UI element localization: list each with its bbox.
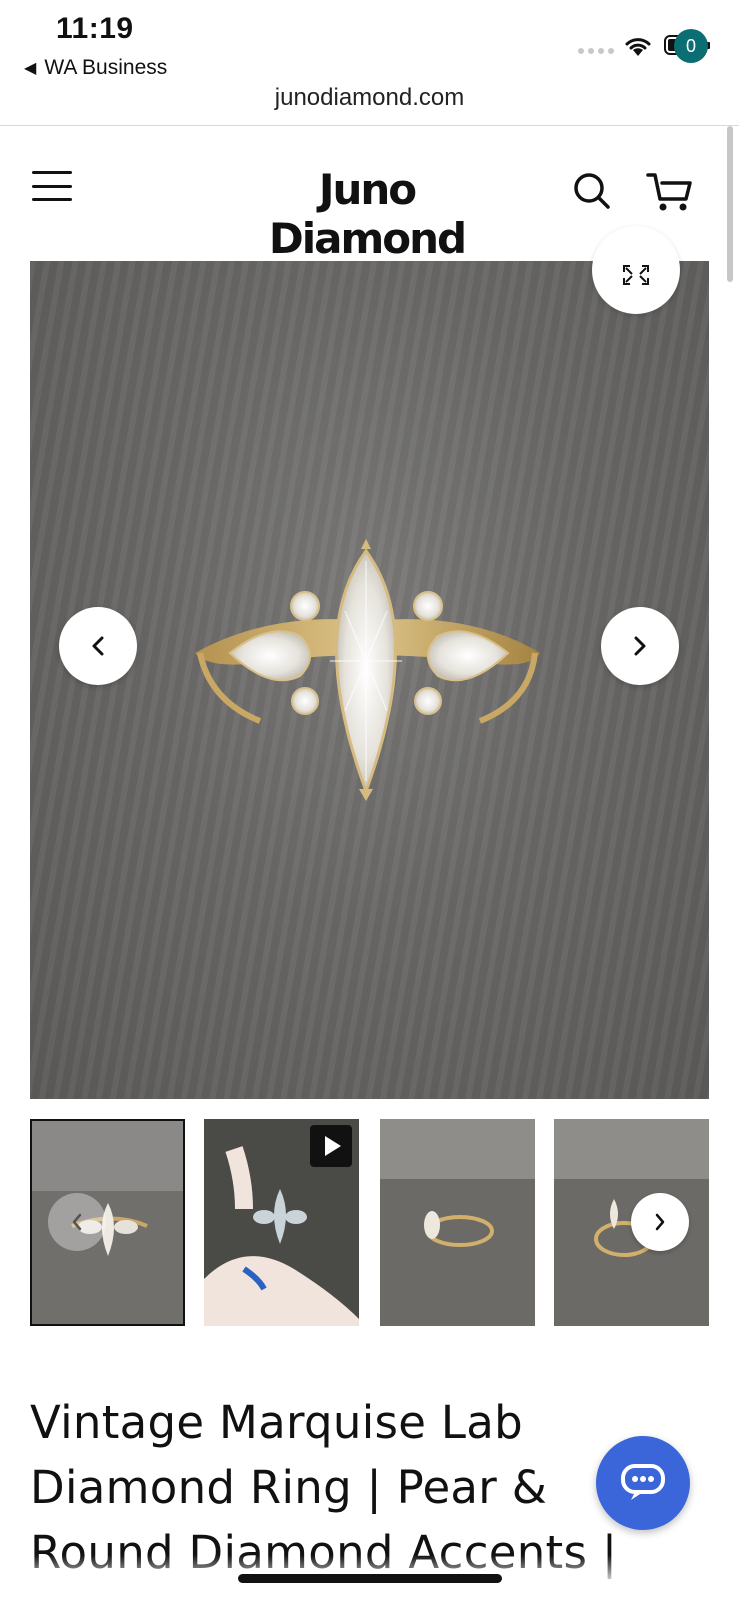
thumbnail-3[interactable]	[380, 1119, 535, 1326]
url-text: junodiamond.com	[274, 84, 465, 111]
main-product-image[interactable]	[30, 261, 709, 1099]
thumbnail-2-video[interactable]	[204, 1119, 359, 1326]
hamburger-menu-icon[interactable]	[32, 171, 72, 201]
chat-bubble-icon	[621, 1464, 665, 1500]
main-prev-button[interactable]	[59, 607, 137, 685]
chat-button[interactable]	[596, 1436, 690, 1530]
chevron-left-icon	[92, 636, 104, 656]
back-to-app-link[interactable]: ◀ WA Business	[24, 56, 167, 80]
expand-icon	[623, 265, 649, 285]
ring-photo	[195, 539, 540, 801]
back-app-label: WA Business	[44, 56, 168, 79]
cart-count-badge[interactable]: 0	[674, 29, 708, 63]
back-triangle-icon: ◀	[24, 60, 37, 77]
status-time: 11:19	[56, 12, 134, 45]
main-next-button[interactable]	[601, 607, 679, 685]
wifi-icon	[625, 38, 651, 56]
site-logo[interactable]: Juno Diamond	[232, 165, 502, 263]
thumbnail-strip	[30, 1119, 709, 1326]
url-bar[interactable]: junodiamond.com	[0, 84, 739, 126]
chevron-right-icon	[634, 636, 646, 656]
status-bar: 11:19 ◀ WA Business	[0, 0, 739, 88]
thumbnail-next-button[interactable]	[631, 1193, 689, 1251]
chevron-left-icon	[72, 1213, 82, 1231]
cart-icon[interactable]	[646, 169, 694, 213]
search-icon[interactable]	[572, 171, 612, 211]
signal-dots-icon	[578, 48, 614, 54]
chevron-right-icon	[655, 1213, 665, 1231]
thumbnail-prev-button[interactable]	[48, 1193, 106, 1251]
page-scrollbar[interactable]	[727, 126, 733, 282]
expand-image-button[interactable]	[592, 226, 680, 314]
home-indicator	[238, 1574, 502, 1583]
play-icon	[310, 1125, 352, 1167]
